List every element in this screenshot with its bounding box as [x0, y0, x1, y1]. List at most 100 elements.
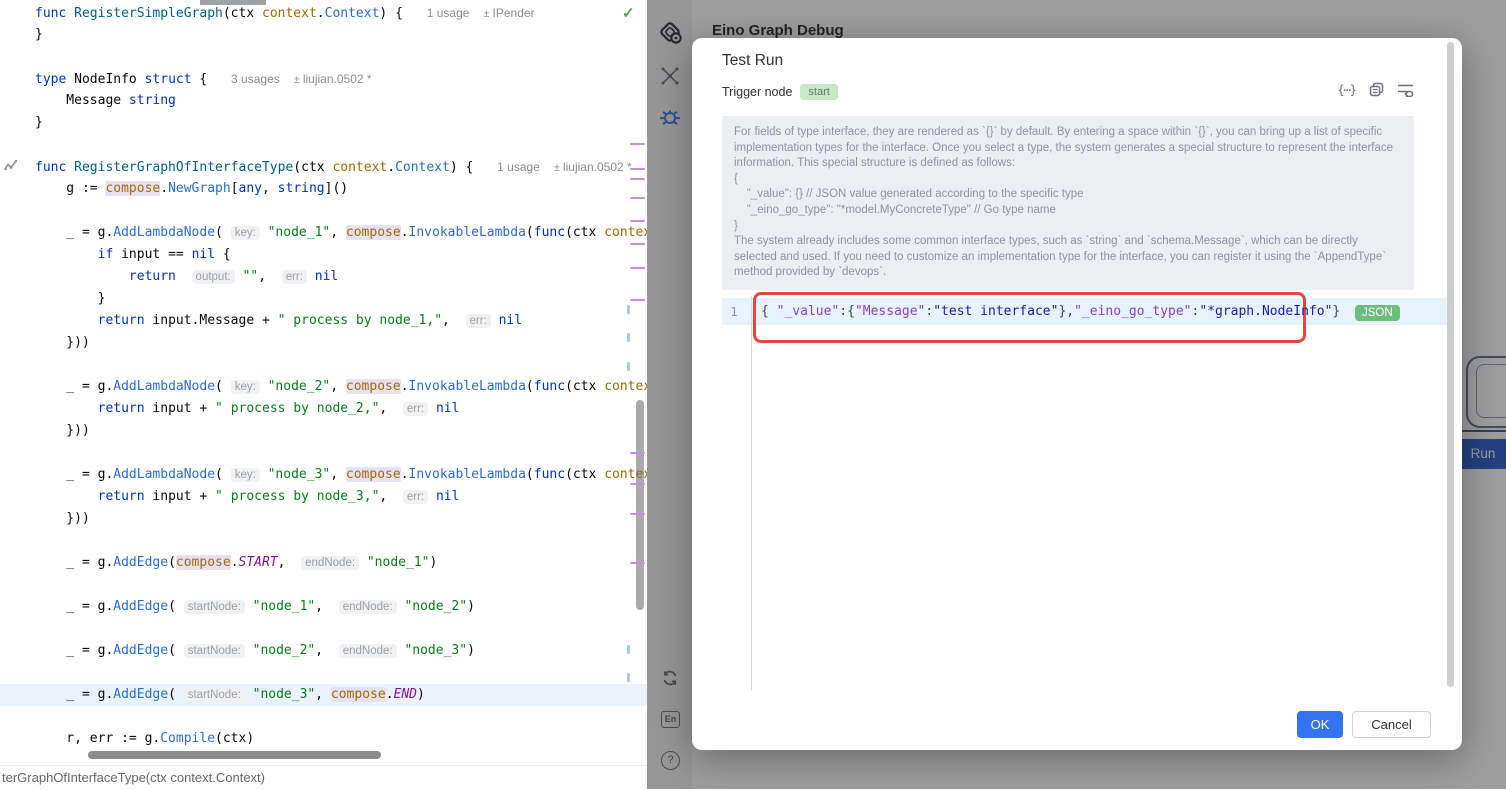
- wrap-lines-icon[interactable]: [1397, 82, 1414, 97]
- code-token: {: [761, 304, 777, 319]
- code-line[interactable]: }: [0, 288, 647, 310]
- code-line[interactable]: [0, 442, 647, 464]
- code-line[interactable]: g := compose.NewGraph[any, string](): [0, 178, 647, 200]
- code-token: compose: [346, 467, 401, 482]
- code-line[interactable]: type NodeInfo struct { 3 usagesliujian.0…: [0, 68, 647, 90]
- code-token: })): [35, 335, 90, 350]
- code-line[interactable]: [0, 662, 647, 684]
- code-line[interactable]: _ = g.AddEdge( startNode: "node_2", endN…: [0, 640, 647, 662]
- change-mark: [630, 243, 645, 245]
- code-line[interactable]: [0, 354, 647, 376]
- code-token: }: [35, 115, 43, 130]
- change-mark: [630, 452, 645, 454]
- code-line[interactable]: [0, 618, 647, 640]
- code-line[interactable]: })): [0, 508, 647, 530]
- change-mark: [630, 267, 645, 269]
- code-line[interactable]: r, err := g.Compile(ctx): [0, 728, 647, 750]
- code-token: InvokableLambda: [409, 379, 526, 394]
- inspections-ok-icon[interactable]: ✓: [622, 4, 635, 22]
- code-token: liujian.0502 *: [554, 160, 632, 174]
- code-line[interactable]: return input + " process by node_3,", er…: [0, 486, 647, 508]
- code-token: return: [129, 269, 176, 284]
- code-line[interactable]: })): [0, 420, 647, 442]
- code-token: return: [98, 401, 145, 416]
- code-line[interactable]: _ = g.AddEdge( startNode: "node_1", endN…: [0, 596, 647, 618]
- code-token: (: [215, 225, 231, 240]
- code-token: NewGraph: [168, 181, 231, 196]
- code-token: _ = g.: [35, 687, 113, 702]
- change-mark: [630, 299, 645, 301]
- code-token: _ = g.: [35, 379, 113, 394]
- code-token: (ctx: [223, 6, 262, 21]
- code-token: (ctx: [565, 467, 604, 482]
- code-token: return: [98, 313, 145, 328]
- code-token: ,: [442, 313, 465, 328]
- code-token: "node_1": [367, 555, 430, 570]
- code-token: "node_3": [404, 643, 467, 658]
- code-line[interactable]: }: [0, 24, 647, 46]
- code-token: "test interface": [933, 304, 1058, 319]
- code-token: ) {: [379, 6, 410, 21]
- code-token: r, err := g.: [35, 731, 160, 746]
- code-token: err:: [282, 270, 307, 284]
- code-line[interactable]: if input == nil {: [0, 244, 647, 266]
- code-line[interactable]: _ = g.AddEdge( startNode: "node_3", comp…: [0, 684, 647, 706]
- horizontal-scrollbar[interactable]: [88, 751, 381, 759]
- code-line[interactable]: _ = g.AddLambdaNode( key: "node_1", comp…: [0, 222, 647, 244]
- code-line[interactable]: [0, 200, 647, 222]
- code-line[interactable]: _ = g.AddLambdaNode( key: "node_2", comp…: [0, 376, 647, 398]
- copy-icon[interactable]: [1369, 82, 1384, 97]
- code-token: (ctx: [565, 225, 604, 240]
- json-input[interactable]: { "_value":{"Message":"test interface"},…: [761, 298, 1340, 325]
- code-token: AddLambdaNode: [113, 225, 215, 240]
- code-token: nil: [315, 269, 338, 284]
- code-token: [307, 269, 315, 284]
- code-line[interactable]: [0, 706, 647, 728]
- code-token: ,: [315, 643, 338, 658]
- code-line[interactable]: return input.Message + " process by node…: [0, 310, 647, 332]
- code-token: Message: [35, 93, 129, 108]
- code-line[interactable]: _ = g.AddLambdaNode( key: "node_3", comp…: [0, 464, 647, 486]
- code-line[interactable]: func RegisterSimpleGraph(ctx context.Con…: [0, 2, 647, 24]
- vertical-scrollbar[interactable]: [636, 400, 644, 610]
- code-line[interactable]: return input + " process by node_2,", er…: [0, 398, 647, 420]
- code-line[interactable]: })): [0, 332, 647, 354]
- ok-button[interactable]: OK: [1297, 711, 1343, 738]
- code-token: .: [386, 687, 394, 702]
- code-token: ,: [258, 269, 281, 284]
- dialog-scrollbar[interactable]: [1447, 42, 1454, 687]
- code-token: err:: [403, 490, 428, 504]
- change-mark: [630, 562, 645, 564]
- code-token: endNode:: [301, 556, 359, 570]
- code-token: :{: [839, 304, 855, 319]
- code-token: IPender: [483, 6, 534, 20]
- code-line[interactable]: func RegisterGraphOfInterfaceType(ctx co…: [0, 156, 647, 178]
- code-token: NodeInfo: [74, 72, 144, 87]
- code-line[interactable]: return output: "", err: nil: [0, 266, 647, 288]
- code-token: [359, 555, 367, 570]
- code-token: _ = g.: [35, 599, 113, 614]
- code-token: END: [394, 687, 417, 702]
- code-line[interactable]: [0, 134, 647, 156]
- dialog-title: Test Run: [722, 52, 783, 70]
- code-token: ) {: [450, 160, 481, 175]
- breadcrumb[interactable]: terGraphOfInterfaceType(ctx context.Cont…: [0, 765, 649, 790]
- code-line[interactable]: [0, 574, 647, 596]
- code-line[interactable]: Message string: [0, 90, 647, 112]
- code-line[interactable]: }: [0, 112, 647, 134]
- code-token: [245, 643, 253, 658]
- breadcrumb-text: terGraphOfInterfaceType(ctx context.Cont…: [2, 770, 265, 785]
- eino-graph-gutter-icon[interactable]: [4, 159, 17, 177]
- code-token: RegisterSimpleGraph: [74, 6, 223, 21]
- code-token: ,: [330, 225, 346, 240]
- code-line[interactable]: _ = g.AddEdge(compose.START, endNode: "n…: [0, 552, 647, 574]
- code-token: ](): [325, 181, 348, 196]
- cancel-button[interactable]: Cancel: [1352, 711, 1431, 738]
- code-token: key:: [231, 468, 260, 482]
- code-line[interactable]: [0, 46, 647, 68]
- code-token: (ctx: [293, 160, 332, 175]
- code-token: "": [243, 269, 259, 284]
- format-json-icon[interactable]: {⋯}: [1337, 83, 1356, 97]
- code-line[interactable]: [0, 530, 647, 552]
- code-area[interactable]: func RegisterSimpleGraph(ctx context.Con…: [0, 2, 647, 750]
